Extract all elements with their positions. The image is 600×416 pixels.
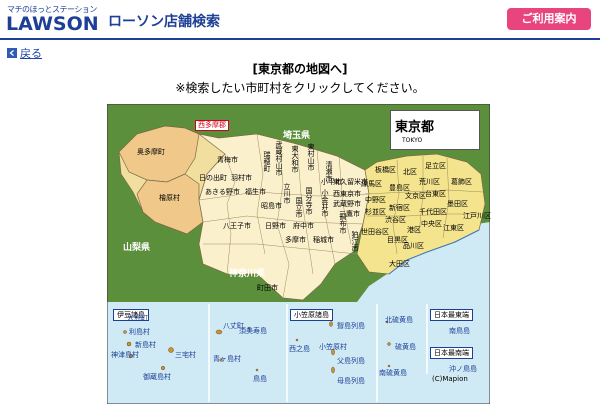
island-okinotorishima[interactable]: 沖ノ鳥島 bbox=[449, 364, 477, 374]
tokyo-map[interactable]: N 西多摩郡 東京都 TOKYO 埼玉県 山梨県 神奈川県 奥多摩町 檜原村 青… bbox=[107, 104, 491, 404]
municipality-ome[interactable]: 青梅市 bbox=[217, 156, 238, 164]
yamanashi-label: 山梨県 bbox=[123, 243, 151, 253]
lawson-logo[interactable]: マチのほっとステーション LAWSON bbox=[6, 4, 99, 36]
municipality-fuchu[interactable]: 府中市 bbox=[293, 222, 314, 230]
ward-sumida[interactable]: 墨田区 bbox=[447, 200, 468, 208]
island-miyake[interactable]: 三宅村 bbox=[175, 350, 196, 360]
ward-edogawa[interactable]: 江戸川区 bbox=[463, 212, 491, 220]
easternmost-box: 日本最東端 bbox=[430, 309, 473, 321]
municipality-machida[interactable]: 町田市 bbox=[257, 284, 278, 292]
island-chichijima[interactable]: 父島列島 bbox=[337, 356, 365, 366]
logo-word: LAWSON bbox=[6, 13, 99, 35]
map-title-box: 東京都 TOKYO bbox=[390, 110, 480, 150]
ward-shinagawa[interactable]: 品川区 bbox=[403, 242, 424, 250]
back-arrow-icon bbox=[7, 48, 17, 58]
ward-kita[interactable]: 北区 bbox=[403, 168, 417, 176]
municipality-akiruno[interactable]: あきる野市 bbox=[205, 188, 240, 196]
municipality-tama[interactable]: 多摩市 bbox=[285, 236, 306, 244]
municipality-higashiyamato[interactable]: 東大和市 bbox=[291, 146, 299, 174]
municipality-hachioji[interactable]: 八王子市 bbox=[223, 222, 251, 230]
municipality-hinohara[interactable]: 檜原村 bbox=[159, 194, 180, 202]
ward-ota[interactable]: 大田区 bbox=[389, 260, 410, 268]
ward-chiyoda[interactable]: 千代田区 bbox=[419, 208, 447, 216]
island-minami-iwoto[interactable]: 南硫黄島 bbox=[379, 368, 407, 378]
municipality-musashino[interactable]: 武蔵野市 bbox=[333, 200, 361, 208]
municipality-kunitachi[interactable]: 国立市 bbox=[295, 198, 303, 219]
municipality-kodaira[interactable]: 小平市 bbox=[321, 178, 342, 186]
island-minamitorishima[interactable]: 南鳥島 bbox=[449, 326, 470, 336]
ward-koto[interactable]: 江東区 bbox=[443, 224, 464, 232]
municipality-mitaka[interactable]: 三鷹市 bbox=[339, 210, 360, 218]
municipality-mizuho[interactable]: 瑞穂町 bbox=[263, 152, 271, 173]
island-mikurajima[interactable]: 御蔵島村 bbox=[143, 372, 171, 382]
page-title: ローソン店舗検索 bbox=[108, 14, 220, 30]
island-nishinoshima[interactable]: 西之島 bbox=[289, 344, 310, 354]
southernmost-box: 日本最南端 bbox=[430, 347, 473, 359]
municipality-hamura[interactable]: 羽村市 bbox=[231, 174, 252, 182]
island-kita-iwoto[interactable]: 北硫黄島 bbox=[385, 315, 413, 325]
island-torishima[interactable]: 鳥島 bbox=[253, 374, 267, 384]
island-iwoto[interactable]: 硫黄島 bbox=[395, 342, 416, 352]
ward-arakawa[interactable]: 荒川区 bbox=[419, 178, 440, 186]
island-niijima[interactable]: 新島村 bbox=[135, 340, 156, 350]
island-aogashima[interactable]: 青ヶ島村 bbox=[213, 354, 241, 364]
municipality-hino[interactable]: 日野市 bbox=[265, 222, 286, 230]
ward-minato[interactable]: 港区 bbox=[407, 226, 421, 234]
island-ogasawara-village[interactable]: 小笠原村 bbox=[319, 342, 347, 352]
kanagawa-label: 神奈川県 bbox=[229, 269, 266, 279]
municipality-okutama[interactable]: 奥多摩町 bbox=[137, 148, 165, 156]
ward-nerima[interactable]: 練馬区 bbox=[361, 180, 382, 188]
municipality-fussa[interactable]: 福生市 bbox=[245, 188, 266, 196]
ward-bunkyo[interactable]: 文京区 bbox=[405, 192, 426, 200]
ward-setagaya[interactable]: 世田谷区 bbox=[361, 228, 389, 236]
ward-shinjuku[interactable]: 新宿区 bbox=[389, 204, 410, 212]
ward-chuo[interactable]: 中央区 bbox=[421, 220, 442, 228]
ward-toshima[interactable]: 豊島区 bbox=[389, 184, 410, 192]
ward-itabashi[interactable]: 板橋区 bbox=[375, 166, 396, 174]
map-title: 東京都 bbox=[395, 120, 435, 135]
municipality-kokubunji[interactable]: 国分寺市 bbox=[305, 188, 313, 216]
island-toshima[interactable]: 利島村 bbox=[129, 327, 150, 337]
island-oshima[interactable]: 大島町 bbox=[127, 313, 148, 323]
municipality-koganei[interactable]: 小金井市 bbox=[321, 190, 329, 218]
map-title-en: TOKYO bbox=[402, 137, 423, 144]
island-mukojima[interactable]: 聟島列島 bbox=[337, 321, 365, 331]
municipality-musashimurayama[interactable]: 武蔵村山市 bbox=[275, 142, 283, 177]
municipality-tachikawa[interactable]: 立川市 bbox=[283, 184, 291, 205]
municipality-inagi[interactable]: 稲城市 bbox=[313, 236, 334, 244]
municipality-nishitokyo[interactable]: 西東京市 bbox=[333, 190, 361, 198]
municipality-higashimurayama[interactable]: 東村山市 bbox=[307, 144, 315, 172]
ward-nakano[interactable]: 中野区 bbox=[365, 196, 386, 204]
ward-taito[interactable]: 台東区 bbox=[425, 190, 446, 198]
instruction-text: ※検索したい市町村をクリックしてください。 bbox=[175, 81, 425, 95]
island-kozushima[interactable]: 神津島村 bbox=[111, 350, 139, 360]
ward-shibuya[interactable]: 渋谷区 bbox=[385, 216, 406, 224]
municipality-akishima[interactable]: 昭島市 bbox=[261, 202, 282, 210]
island-hahajima[interactable]: 母島列島 bbox=[337, 376, 365, 386]
back-link-label: 戻る bbox=[20, 47, 42, 60]
site-header: マチのほっとステーション LAWSON ローソン店舗検索 ご利用案内 bbox=[0, 0, 600, 40]
ward-katsushika[interactable]: 葛飾区 bbox=[451, 178, 472, 186]
island-sumisu[interactable]: 須美寿島 bbox=[239, 326, 267, 336]
nishitama-gun-tag[interactable]: 西多摩郡 bbox=[195, 120, 229, 131]
ward-adachi[interactable]: 足立区 bbox=[425, 162, 446, 170]
ward-suginami[interactable]: 杉並区 bbox=[365, 208, 386, 216]
municipality-komae[interactable]: 狛江市 bbox=[351, 232, 359, 253]
map-copyright: (C)Mapion bbox=[432, 375, 468, 383]
usage-guide-button[interactable]: ご利用案内 bbox=[507, 8, 591, 30]
saitama-label: 埼玉県 bbox=[283, 131, 311, 141]
back-link[interactable]: 戻る bbox=[7, 45, 42, 61]
ogasawara-islands-box: 小笠原諸島 bbox=[290, 309, 333, 321]
municipality-hinode[interactable]: 日の出町 bbox=[199, 174, 227, 182]
tokyo-map-heading: [東京都の地図へ] bbox=[252, 62, 348, 76]
